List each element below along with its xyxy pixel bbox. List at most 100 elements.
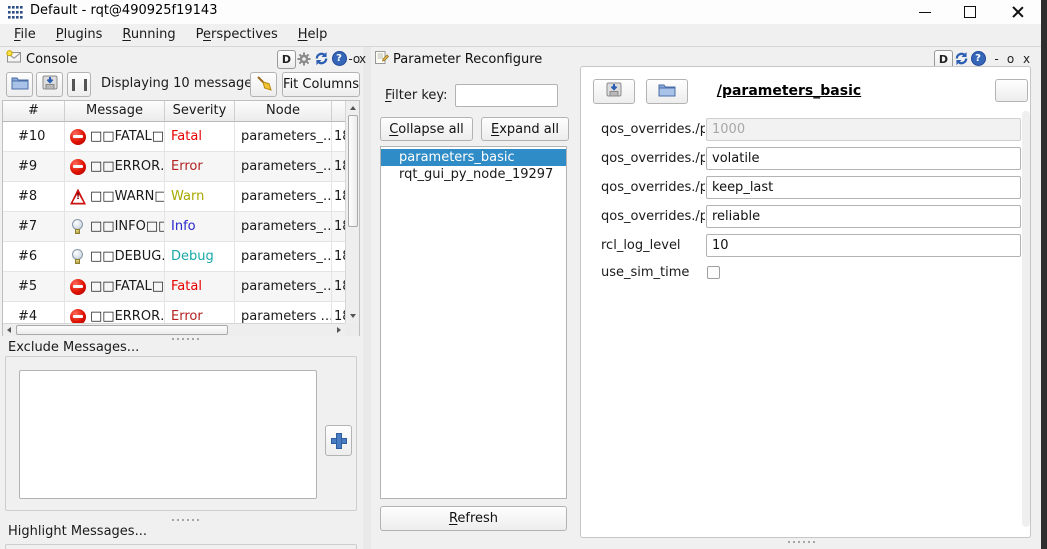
save-icon (42, 75, 58, 94)
header-num[interactable]: # (3, 101, 65, 122)
fit-columns-button[interactable]: Fit Columns (282, 72, 360, 97)
cell-node: parameters_… (235, 152, 332, 181)
header-node[interactable]: Node (235, 101, 332, 122)
filter-key-input[interactable] (455, 84, 558, 107)
console-dock-close-button[interactable]: x (357, 50, 368, 67)
menu-help[interactable]: Help (288, 24, 338, 47)
splitter-handle[interactable] (788, 541, 816, 543)
collapse-all-button[interactable]: Collapse all (380, 117, 473, 141)
refresh-button[interactable]: Refresh (380, 506, 567, 531)
tree-item-parameters-basic[interactable]: parameters_basic (381, 149, 566, 166)
cell-message: □□ERROR… (65, 302, 165, 323)
pause-button[interactable] (67, 72, 91, 97)
cell-message: □□INFO□□… (65, 212, 165, 241)
scroll-up-icon[interactable] (346, 101, 359, 114)
rqt-window: Default - rqt@490925f19143 File Plugins … (0, 0, 1047, 549)
param-value-input[interactable] (706, 234, 1021, 257)
maximize-button[interactable] (950, 0, 990, 24)
horizontal-scroll-thumb[interactable] (16, 325, 228, 335)
param-label: qos_overrides./pa (601, 176, 705, 199)
param-dock-maximize-button[interactable]: o (1005, 50, 1016, 67)
param-label: qos_overrides./pa (601, 205, 705, 228)
param-label: rcl_log_level (601, 234, 705, 257)
param-value-input[interactable] (706, 147, 1021, 170)
exclude-filters-list[interactable] (19, 370, 317, 499)
warning-icon (70, 189, 86, 205)
no-entry-icon (70, 309, 86, 324)
cell-time: 18 (332, 212, 346, 241)
menu-running[interactable]: Running (112, 24, 185, 47)
refresh-icon[interactable] (953, 50, 970, 67)
expand-all-button[interactable]: Expand all (481, 117, 569, 141)
editor-scrollbar[interactable] (1022, 111, 1030, 527)
param-label: use_sim_time (601, 261, 705, 284)
param-label: qos_overrides./pa (601, 147, 705, 170)
save-messages-button[interactable] (36, 72, 63, 97)
vertical-scrollbar[interactable] (345, 101, 359, 323)
splitter-handle[interactable] (172, 338, 200, 340)
param-dock-minimize-button[interactable]: - (991, 50, 1002, 67)
refresh-icon[interactable] (313, 50, 330, 67)
messages-table: # Message Severity Node #10 □□FATAL□… Fa… (2, 100, 360, 336)
scroll-left-icon[interactable] (3, 324, 15, 336)
param-value-input[interactable] (706, 176, 1021, 199)
cell-time: 18 (332, 122, 346, 151)
menu-perspectives[interactable]: Perspectives (186, 24, 288, 47)
table-row[interactable]: #4 □□ERROR… Error parameters … 18 (3, 302, 346, 323)
cell-num: #10 (3, 122, 65, 151)
use-sim-time-checkbox[interactable] (707, 266, 720, 279)
add-exclude-filter-button[interactable] (325, 425, 352, 456)
load-params-button[interactable] (646, 79, 688, 104)
help-icon[interactable] (970, 50, 986, 67)
cell-num: #9 (3, 152, 65, 181)
console-detach-button[interactable]: D (277, 50, 296, 69)
rqt-app-icon (8, 5, 23, 20)
cell-severity: Fatal (165, 122, 235, 151)
status-text: Displaying 10 messages (101, 76, 259, 91)
minimize-button[interactable] (905, 0, 945, 24)
scroll-down-icon[interactable] (346, 309, 359, 322)
header-severity[interactable]: Severity (165, 101, 235, 122)
reconfigure-icon (374, 50, 389, 69)
save-params-button[interactable] (593, 79, 635, 104)
settings-icon[interactable] (296, 50, 312, 67)
cell-node: parameters_… (235, 212, 332, 241)
window-titlebar: Default - rqt@490925f19143 (0, 0, 1041, 25)
horizontal-scrollbar[interactable] (3, 323, 346, 336)
table-rows: #10 □□FATAL□… Fatal parameters_… 18 #9 □… (3, 122, 346, 323)
tree-item-rqt-gui-py-node[interactable]: rqt_gui_py_node_19297 (381, 166, 566, 183)
cell-num: #7 (3, 212, 65, 241)
cell-severity: Debug (165, 242, 235, 271)
table-row[interactable]: #6 □□DEBUG… Debug parameters_… 18 (3, 242, 346, 272)
scroll-right-icon[interactable] (333, 324, 345, 336)
cell-num: #8 (3, 182, 65, 211)
table-row[interactable]: #8 □□WARN□… Warn parameters_… 18 (3, 182, 346, 212)
cell-node: parameters_… (235, 182, 332, 211)
vertical-scroll-thumb[interactable] (348, 115, 358, 227)
param-dock-close-button[interactable]: x (1021, 50, 1032, 67)
exclude-messages-label: Exclude Messages... (8, 340, 139, 355)
cell-node: parameters_… (235, 122, 332, 151)
menu-bar: File Plugins Running Perspectives Help (0, 24, 1041, 47)
highlight-messages-label: Highlight Messages... (8, 524, 147, 539)
menu-plugins[interactable]: Plugins (46, 24, 113, 47)
load-messages-button[interactable] (6, 72, 33, 97)
cell-node: parameters … (235, 302, 332, 323)
pause-icon (72, 79, 87, 91)
cell-time: 18 (332, 302, 346, 323)
param-value-input[interactable] (706, 205, 1021, 228)
clear-messages-button[interactable] (250, 72, 277, 97)
header-message[interactable]: Message (65, 101, 165, 122)
close-node-button[interactable] (995, 79, 1028, 102)
node-title: /parameters_basic (689, 83, 889, 99)
table-row[interactable]: #10 □□FATAL□… Fatal parameters_… 18 (3, 122, 346, 152)
menu-file[interactable]: File (4, 24, 46, 47)
table-row[interactable]: #9 □□ERROR… Error parameters_… 18 (3, 152, 346, 182)
cell-severity: Error (165, 152, 235, 181)
close-button[interactable] (998, 0, 1038, 24)
splitter-handle[interactable] (172, 519, 200, 521)
table-row[interactable]: #5 □□FATAL□… Fatal parameters_… 18 (3, 272, 346, 302)
table-row[interactable]: #7 □□INFO□□… Info parameters_… 18 (3, 212, 346, 242)
maximize-icon (964, 6, 976, 18)
cell-severity: Error (165, 302, 235, 323)
